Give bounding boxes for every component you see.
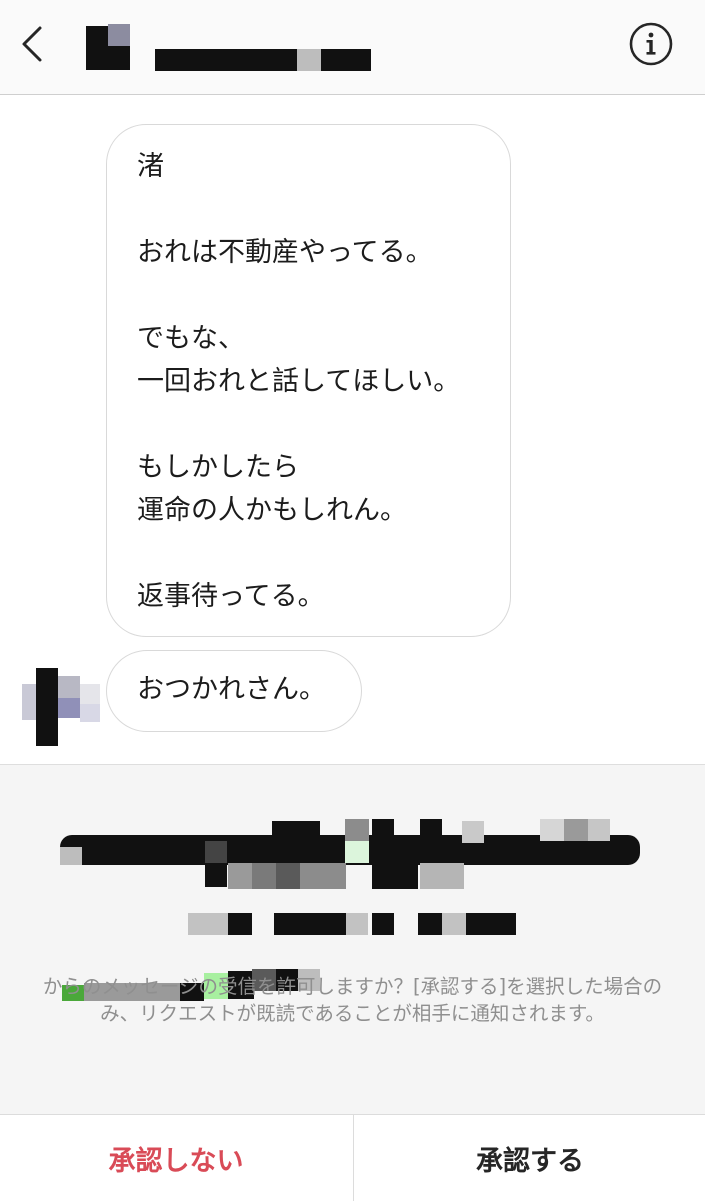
chevron-left-icon	[22, 26, 42, 62]
message-line: でもな、	[137, 323, 245, 354]
message-line: 一回おれと話してほしい。	[137, 366, 461, 397]
message-line	[137, 188, 510, 231]
message-line	[137, 274, 510, 317]
redacted-username	[155, 49, 371, 71]
message-line: 運命の人かもしれん。	[137, 495, 407, 526]
message-bubble: 渚 おれは不動産やってる。 でもな、 一回おれと話してほしい。 もしかしたら 運…	[106, 124, 511, 637]
back-button[interactable]	[14, 22, 54, 66]
message-line: もしかしたら	[137, 452, 299, 483]
message-line: おれは不動産やってる。	[137, 237, 433, 268]
info-icon	[629, 22, 673, 66]
redacted-avatar	[86, 24, 130, 70]
message-line	[137, 403, 510, 446]
message-bubble: おつかれさん。	[106, 650, 362, 732]
request-action-bar: 承認しない 承認する	[0, 1114, 705, 1201]
message-line: 渚	[137, 151, 164, 182]
chat-header	[0, 0, 705, 95]
decline-button[interactable]: 承認しない	[0, 1115, 352, 1201]
request-notice-text: からのメッセージの受信を許可しますか？[承認する]を選択した場合のみ、リクエスト…	[42, 975, 663, 1025]
message-line: 返事待ってる。	[137, 581, 325, 612]
info-button[interactable]	[628, 21, 674, 67]
accept-button[interactable]: 承認する	[353, 1115, 705, 1201]
message-line	[137, 532, 510, 575]
redacted-sender-avatar	[22, 668, 100, 746]
